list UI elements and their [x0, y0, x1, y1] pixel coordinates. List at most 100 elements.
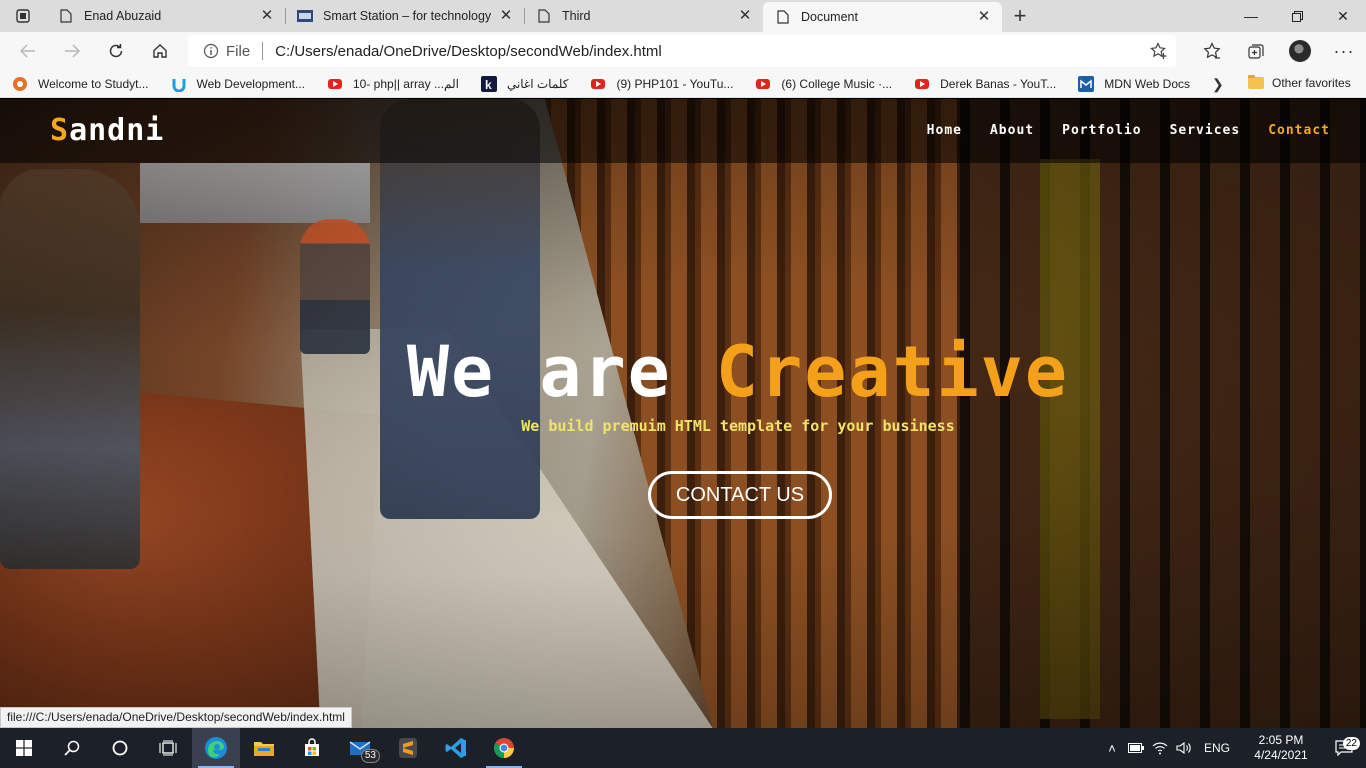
new-tab-button[interactable]: + — [1002, 0, 1038, 32]
page-viewport: Sandni Home About Portfolio Services Con… — [0, 99, 1366, 728]
minimize-button[interactable]: — — [1228, 0, 1274, 32]
other-favorites-folder[interactable]: Other favorites — [1248, 75, 1351, 90]
tab-third[interactable]: Third ✕ — [524, 0, 763, 32]
chevron-up-icon[interactable]: ˄ — [1100, 741, 1124, 756]
favorites-button[interactable] — [1190, 32, 1234, 70]
close-tab-icon[interactable]: ✕ — [737, 8, 753, 24]
close-window-button[interactable]: ✕ — [1320, 0, 1366, 32]
tab-smart-station[interactable]: Smart Station – for technology ✕ — [285, 0, 524, 32]
site-logo[interactable]: Sandni — [50, 113, 164, 148]
other-favorites-label: Other favorites — [1272, 76, 1351, 90]
favorite-item[interactable]: k كلمات اغاني — [480, 75, 569, 92]
avatar — [1289, 40, 1311, 62]
action-center-button[interactable]: 22 — [1322, 737, 1366, 756]
taskbar-store[interactable] — [288, 728, 336, 768]
window-controls: — ✕ — [1228, 0, 1366, 32]
cortana-circle-icon — [112, 740, 128, 756]
favorite-label: كلمات اغاني — [506, 76, 569, 91]
home-button[interactable] — [138, 32, 182, 70]
favorite-label: Derek Banas - YouT... — [940, 76, 1057, 91]
taskbar-chrome[interactable] — [480, 728, 528, 768]
nav-about-link[interactable]: About — [990, 123, 1034, 138]
search-button[interactable] — [48, 728, 96, 768]
folder-icon — [1248, 75, 1264, 89]
favorite-item[interactable]: Web Development... — [171, 76, 305, 92]
nav-home-link[interactable]: Home — [927, 123, 962, 138]
udemy-icon — [171, 76, 187, 92]
notification-count-badge: 22 — [1342, 737, 1360, 750]
site-favicon-icon — [297, 8, 313, 24]
input-language[interactable]: ENG — [1204, 741, 1230, 755]
favorite-item[interactable]: Welcome to Studyt... — [12, 76, 149, 92]
collections-button[interactable] — [1234, 32, 1278, 70]
youtube-icon — [755, 76, 771, 92]
restore-button[interactable] — [1274, 0, 1320, 32]
clock-time: 2:05 PM — [1258, 733, 1304, 747]
favorite-item[interactable]: (9) PHP101 - YouTu... — [590, 76, 733, 92]
favorites-star-icon — [1203, 42, 1221, 59]
tab-enad-abuzaid[interactable]: Enad Abuzaid ✕ — [46, 0, 285, 32]
close-tab-icon[interactable]: ✕ — [976, 9, 992, 25]
add-favorite-icon[interactable] — [1142, 42, 1176, 60]
settings-more-button[interactable]: ··· — [1322, 32, 1366, 70]
contact-us-button[interactable]: CONTACT US — [648, 471, 832, 519]
info-icon[interactable] — [196, 43, 226, 59]
close-tab-icon[interactable]: ✕ — [498, 8, 514, 24]
windows-taskbar: 53 ˄ ENG 2:05 PM 4/24/2021 22 — [0, 728, 1366, 768]
volume-icon[interactable] — [1172, 741, 1196, 755]
tab-title: Smart Station – for technology — [323, 9, 492, 23]
document-icon — [536, 8, 552, 24]
favorite-label: (6) College Music ·... — [781, 76, 893, 91]
tab-actions-button[interactable] — [0, 0, 46, 32]
chevron-right-icon[interactable]: ❯ — [1212, 76, 1224, 93]
arrow-left-icon — [20, 44, 35, 58]
refresh-button[interactable] — [94, 32, 138, 70]
tab-title: Third — [562, 9, 591, 23]
favorite-item[interactable]: Derek Banas - YouT... — [914, 76, 1056, 92]
tab-document[interactable]: Document ✕ — [763, 2, 1002, 32]
favorite-item[interactable]: MDN Web Docs — [1078, 75, 1190, 92]
restore-icon — [1291, 10, 1303, 22]
taskbar-edge[interactable] — [192, 728, 240, 768]
profile-button[interactable] — [1278, 32, 1322, 70]
site-nav: Home About Portfolio Services Contact — [899, 123, 1330, 138]
sublime-text-icon — [399, 738, 417, 758]
nav-services-link[interactable]: Services — [1170, 123, 1241, 138]
address-divider — [262, 42, 264, 60]
youtube-icon — [327, 76, 343, 92]
search-icon — [64, 740, 80, 756]
toolbar-right: ··· — [1190, 32, 1366, 70]
hero-title: We are Creative — [0, 331, 1366, 413]
close-tab-icon[interactable]: ✕ — [259, 8, 275, 24]
nav-portfolio-link[interactable]: Portfolio — [1062, 123, 1141, 138]
svg-text:k: k — [485, 78, 492, 92]
battery-icon[interactable] — [1124, 743, 1148, 753]
document-icon — [775, 9, 791, 25]
tab-title: Enad Abuzaid — [84, 9, 162, 23]
nav-contact-link[interactable]: Contact — [1268, 123, 1330, 138]
taskbar-sublime-text[interactable] — [384, 728, 432, 768]
taskbar-file-explorer[interactable] — [240, 728, 288, 768]
k-icon: k — [480, 75, 497, 92]
url-input[interactable] — [275, 42, 1142, 60]
mail-unread-badge: 53 — [360, 749, 380, 763]
chrome-icon — [493, 738, 514, 759]
scheme-label: File — [226, 42, 251, 60]
taskbar-mail[interactable]: 53 — [336, 728, 384, 768]
back-button[interactable] — [6, 32, 50, 70]
forward-button[interactable] — [50, 32, 94, 70]
collections-icon — [1248, 44, 1264, 59]
youtube-icon — [914, 76, 930, 92]
address-bar[interactable]: File — [188, 35, 1176, 67]
taskbar-vscode[interactable] — [432, 728, 480, 768]
favorite-item[interactable]: (6) College Music ·... — [755, 76, 892, 92]
favorites-bar: Welcome to Studyt... Web Development... … — [0, 70, 1366, 98]
wifi-icon[interactable] — [1148, 741, 1172, 755]
start-button[interactable] — [0, 728, 48, 768]
store-icon — [305, 738, 319, 756]
task-view-button[interactable] — [144, 728, 192, 768]
taskbar-clock[interactable]: 2:05 PM 4/24/2021 — [1240, 733, 1322, 763]
cortana-button[interactable] — [96, 728, 144, 768]
favorite-item[interactable]: 10- php|| array ...الم — [327, 76, 459, 92]
favorite-label: Welcome to Studyt... — [38, 76, 149, 91]
